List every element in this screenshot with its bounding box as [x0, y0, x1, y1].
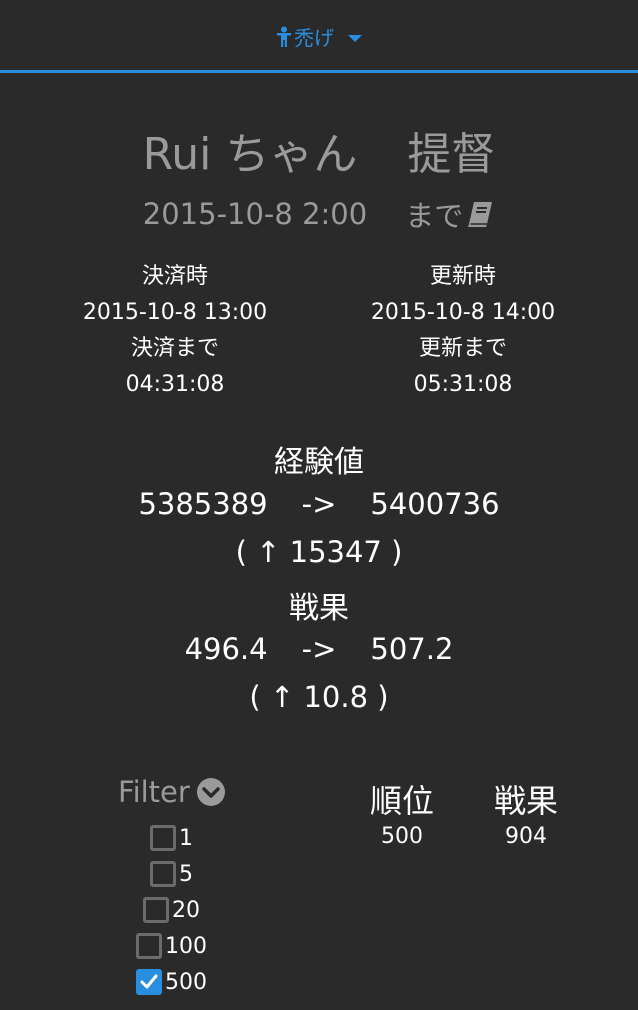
update-until-label: 更新まで [418, 336, 507, 361]
experience-to: 5400736 [370, 487, 500, 521]
deadline-suffix: まで [405, 199, 464, 233]
experience-arrow: -> [301, 487, 337, 521]
senka-delta: ( ↑ 10.8 ) [249, 680, 389, 714]
settlement-info: 決済時 2015-10-8 13:00 決済まで 04:31:08 [45, 259, 305, 403]
experience-from: 5385389 [138, 487, 268, 521]
page-title: Rui ちゃん 提督 [0, 118, 638, 182]
user-dropdown-label: 禿げ [294, 26, 334, 50]
filter-toggle[interactable]: Filter [118, 775, 226, 809]
filter-option-label: 500 [165, 969, 207, 995]
senka-arrow: -> [301, 632, 337, 666]
user-dropdown-toggle[interactable]: 禿げ [0, 22, 638, 51]
checkmark-icon [140, 974, 158, 989]
filter-option-label: 20 [172, 897, 200, 923]
update-label: 更新時 [429, 264, 496, 289]
update-time: 2015-10-8 14:00 [370, 300, 556, 325]
chevron-down-icon [348, 34, 362, 42]
settlement-until-label: 決済まで [130, 336, 219, 361]
book-icon[interactable] [465, 200, 495, 228]
filter-option-5[interactable]: 5 [150, 861, 193, 887]
admiral-rank-title: 提督 [407, 129, 496, 180]
experience-change: 5385389 -> 5400736 [0, 487, 638, 521]
rank-column-header: 順位 [369, 782, 434, 820]
senka-from: 496.4 [184, 632, 268, 666]
settlement-countdown: 04:31:08 [125, 372, 225, 397]
filter-label: Filter [118, 775, 190, 809]
checkbox[interactable] [150, 861, 176, 887]
experience-label: 経験値 [274, 445, 364, 480]
admiral-name: Rui ちゃん [142, 129, 358, 180]
update-countdown: 05:31:08 [413, 372, 513, 397]
senka-column-header: 戦果 [493, 782, 558, 820]
update-info: 更新時 2015-10-8 14:00 更新まで 05:31:08 [333, 259, 593, 403]
filter-option-label: 5 [179, 861, 193, 887]
checkbox[interactable] [136, 933, 162, 959]
person-icon [277, 26, 291, 47]
filter-option-100[interactable]: 100 [136, 933, 207, 959]
senka-to: 507.2 [370, 632, 454, 666]
filter-option-20[interactable]: 20 [143, 897, 200, 923]
checkbox[interactable] [143, 897, 169, 923]
senka-value: 904 [505, 824, 547, 849]
rank-value: 500 [381, 824, 423, 849]
navbar: 禿げ [0, 0, 638, 73]
settlement-label: 決済時 [141, 264, 208, 289]
deadline-date: 2015-10-8 2:00 [142, 197, 368, 231]
senka-label: 戦果 [289, 591, 349, 626]
senka-change: 496.4 -> 507.2 [0, 632, 638, 666]
experience-delta: ( ↑ 15347 ) [235, 535, 403, 569]
deadline: 2015-10-8 2:00 まで [0, 193, 638, 235]
chevron-circle-down-icon [196, 778, 225, 806]
filter-option-label: 100 [165, 933, 207, 959]
settlement-time: 2015-10-8 13:00 [82, 300, 268, 325]
filter-option-1[interactable]: 1 [150, 825, 193, 851]
filter-option-500[interactable]: 500 [136, 969, 207, 995]
filter-option-label: 1 [179, 825, 193, 851]
checkbox[interactable] [150, 825, 176, 851]
checkbox-checked[interactable] [136, 969, 162, 995]
